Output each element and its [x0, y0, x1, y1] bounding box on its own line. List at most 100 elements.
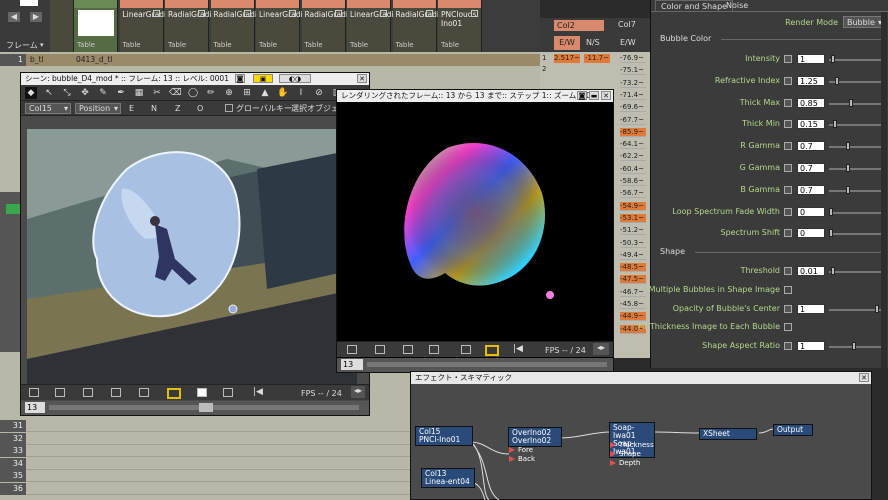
link-icon[interactable] [784, 207, 792, 216]
link-icon[interactable] [784, 304, 792, 313]
spreadsheet-cell[interactable]: -45.8~ [620, 300, 646, 309]
axis-e-toggle[interactable]: E [129, 104, 134, 113]
spreadsheet-cell[interactable]: -50.3~ [620, 239, 646, 248]
param-slider-knob[interactable] [831, 267, 836, 275]
spreadsheet-cell[interactable]: -69.6~ [620, 103, 646, 113]
pen-tool-icon[interactable]: ✒ [115, 87, 127, 99]
keyframe-icon[interactable] [20, 0, 38, 6]
preview-visible-icon[interactable] [243, 10, 251, 17]
scrollbar[interactable] [881, 12, 887, 368]
preview-visible-icon[interactable] [198, 10, 205, 17]
frame-slider-knob[interactable] [199, 403, 213, 412]
save-icon[interactable]: ◙ [577, 91, 587, 100]
close-icon[interactable]: ✕ [357, 74, 367, 83]
menu-icon[interactable] [347, 345, 357, 354]
port-back[interactable]: Back [508, 455, 535, 463]
param-input[interactable]: 0.01 [797, 266, 825, 276]
spreadsheet-cell[interactable]: -75.1~ [620, 66, 646, 76]
param-slider[interactable] [829, 189, 881, 192]
link-icon[interactable] [784, 229, 792, 238]
spreadsheet-cell[interactable]: -73.2~ [620, 79, 646, 88]
rgb-picker-icon[interactable]: ⊞ [241, 87, 253, 99]
first-frame-icon[interactable]: |◀ [513, 344, 523, 354]
xsheet-column-header[interactable]: LinearGradient04 Table [347, 0, 416, 52]
first-frame-icon[interactable]: |◀ [253, 387, 263, 397]
param-slider-knob[interactable] [845, 142, 850, 151]
control-point-icon[interactable]: ▲ [259, 87, 271, 99]
param-input[interactable]: 0 [797, 206, 825, 217]
node-col15[interactable]: Col15 PNCl-Ino01 [415, 426, 473, 446]
spreadsheet-cell[interactable]: -64.1~ [620, 140, 646, 150]
xsheet-column-header[interactable]: RadialGradient04 Table [392, 0, 461, 52]
param-slider-knob[interactable] [874, 304, 879, 313]
xsheet-column-header[interactable]: PNClouds Ino01 Table [438, 0, 482, 52]
xsheet-column-header[interactable]: LinearGradient02 Table [256, 0, 325, 52]
xsheet-column-header[interactable]: LinearGradient01 Table [119, 0, 188, 52]
preview-visible-icon[interactable] [334, 10, 342, 17]
bg-checker-icon[interactable] [111, 388, 121, 397]
frame-slider[interactable] [367, 362, 607, 367]
port-depth[interactable]: Depth [609, 459, 640, 467]
close-icon[interactable]: ✕ [601, 91, 611, 100]
spreadsheet-cell[interactable]: -53.1~ [620, 213, 646, 223]
cell-value[interactable]: -11.7~ [584, 54, 610, 63]
xsheet-column-header[interactable]: Table [74, 0, 118, 52]
hand-tool-icon[interactable]: ✋ [277, 87, 289, 99]
link-icon[interactable] [784, 142, 792, 151]
animate-tool-icon[interactable]: ◆ [25, 87, 37, 99]
param-input[interactable]: 0 [797, 228, 825, 239]
link-icon[interactable] [784, 98, 792, 107]
param-slider[interactable] [829, 146, 881, 149]
geometric-tool-icon[interactable]: ▦ [133, 87, 145, 99]
axis-o-toggle[interactable]: O [197, 104, 203, 113]
col7-header[interactable]: Col7 [618, 20, 636, 29]
frame-slider[interactable] [49, 403, 359, 412]
param-slider[interactable] [829, 233, 881, 236]
view-toggle-icon[interactable]: ◐◑ [279, 74, 311, 83]
bg-white-icon[interactable] [375, 345, 385, 354]
finger-tool-icon[interactable]: ⊕ [223, 87, 235, 99]
link-icon[interactable] [784, 76, 792, 85]
camera-stand-icon[interactable] [139, 388, 149, 397]
zoom-tool-icon[interactable]: ⊘ [313, 87, 325, 99]
cut-tool-icon[interactable]: ✂ [151, 87, 163, 99]
fill-tool-icon[interactable]: ◯ [187, 87, 199, 99]
zoom-icon[interactable] [223, 388, 233, 397]
param-input[interactable]: 1 [797, 54, 825, 64]
spreadsheet-cell[interactable]: -85.9~ [620, 127, 646, 137]
spreadsheet-cell[interactable]: -44.9~ [620, 312, 646, 322]
col7-values[interactable]: -76.9~ -75.1~ -73.2~ -71.4~ -69.6~ -67.7~ -85.… [620, 54, 650, 354]
param-slider-knob[interactable] [845, 164, 850, 172]
fps-stepper[interactable]: ◂▸ [351, 386, 365, 398]
camera-icon[interactable]: ◙ [235, 74, 245, 83]
selection-tool-icon[interactable]: ↖ [43, 87, 55, 99]
node-xsheet[interactable]: XSheet [699, 428, 757, 440]
link-icon[interactable] [784, 55, 792, 63]
col2-header[interactable]: Col2 [554, 20, 604, 31]
param-slider[interactable] [829, 211, 881, 214]
select-object-label[interactable]: 選択オブジェ [291, 103, 339, 114]
scene-viewer-title[interactable]: シーン: bubble_D4_mod * :: フレーム: 13 :: レベル:… [21, 73, 369, 85]
axis-n-toggle[interactable]: N [151, 104, 157, 113]
preview-icon[interactable]: ▣ [253, 74, 273, 83]
node-output[interactable]: Output [773, 424, 813, 436]
brush-tool-icon[interactable]: ✎ [97, 87, 109, 99]
bg-black-icon[interactable] [403, 345, 413, 354]
param-checkbox[interactable] [784, 285, 792, 294]
spreadsheet-cell[interactable]: -46.7~ [620, 288, 646, 297]
scene-canvas[interactable] [27, 129, 357, 387]
spreadsheet-cell[interactable]: -67.7~ [620, 116, 646, 125]
port-shape[interactable]: Shape [609, 450, 641, 458]
frame-input[interactable]: 13 [25, 402, 45, 413]
schematic-title[interactable]: エフェクト・スキマティック ✕ [411, 372, 871, 384]
link-icon[interactable] [784, 185, 792, 194]
param-input[interactable]: 0.7 [797, 184, 825, 195]
preview-visible-icon[interactable] [380, 10, 387, 17]
spreadsheet-cell[interactable]: -71.4~ [620, 91, 646, 100]
bg-white-icon[interactable] [55, 388, 65, 397]
spreadsheet-cell[interactable]: -76.9~ [620, 54, 646, 63]
close-icon[interactable]: ✕ [859, 373, 869, 382]
frame-input[interactable]: 13 [341, 359, 363, 370]
xsheet-column-header[interactable]: RadialGradient02 Table [210, 0, 279, 52]
spreadsheet-cell[interactable]: -54.9~ [620, 201, 646, 211]
